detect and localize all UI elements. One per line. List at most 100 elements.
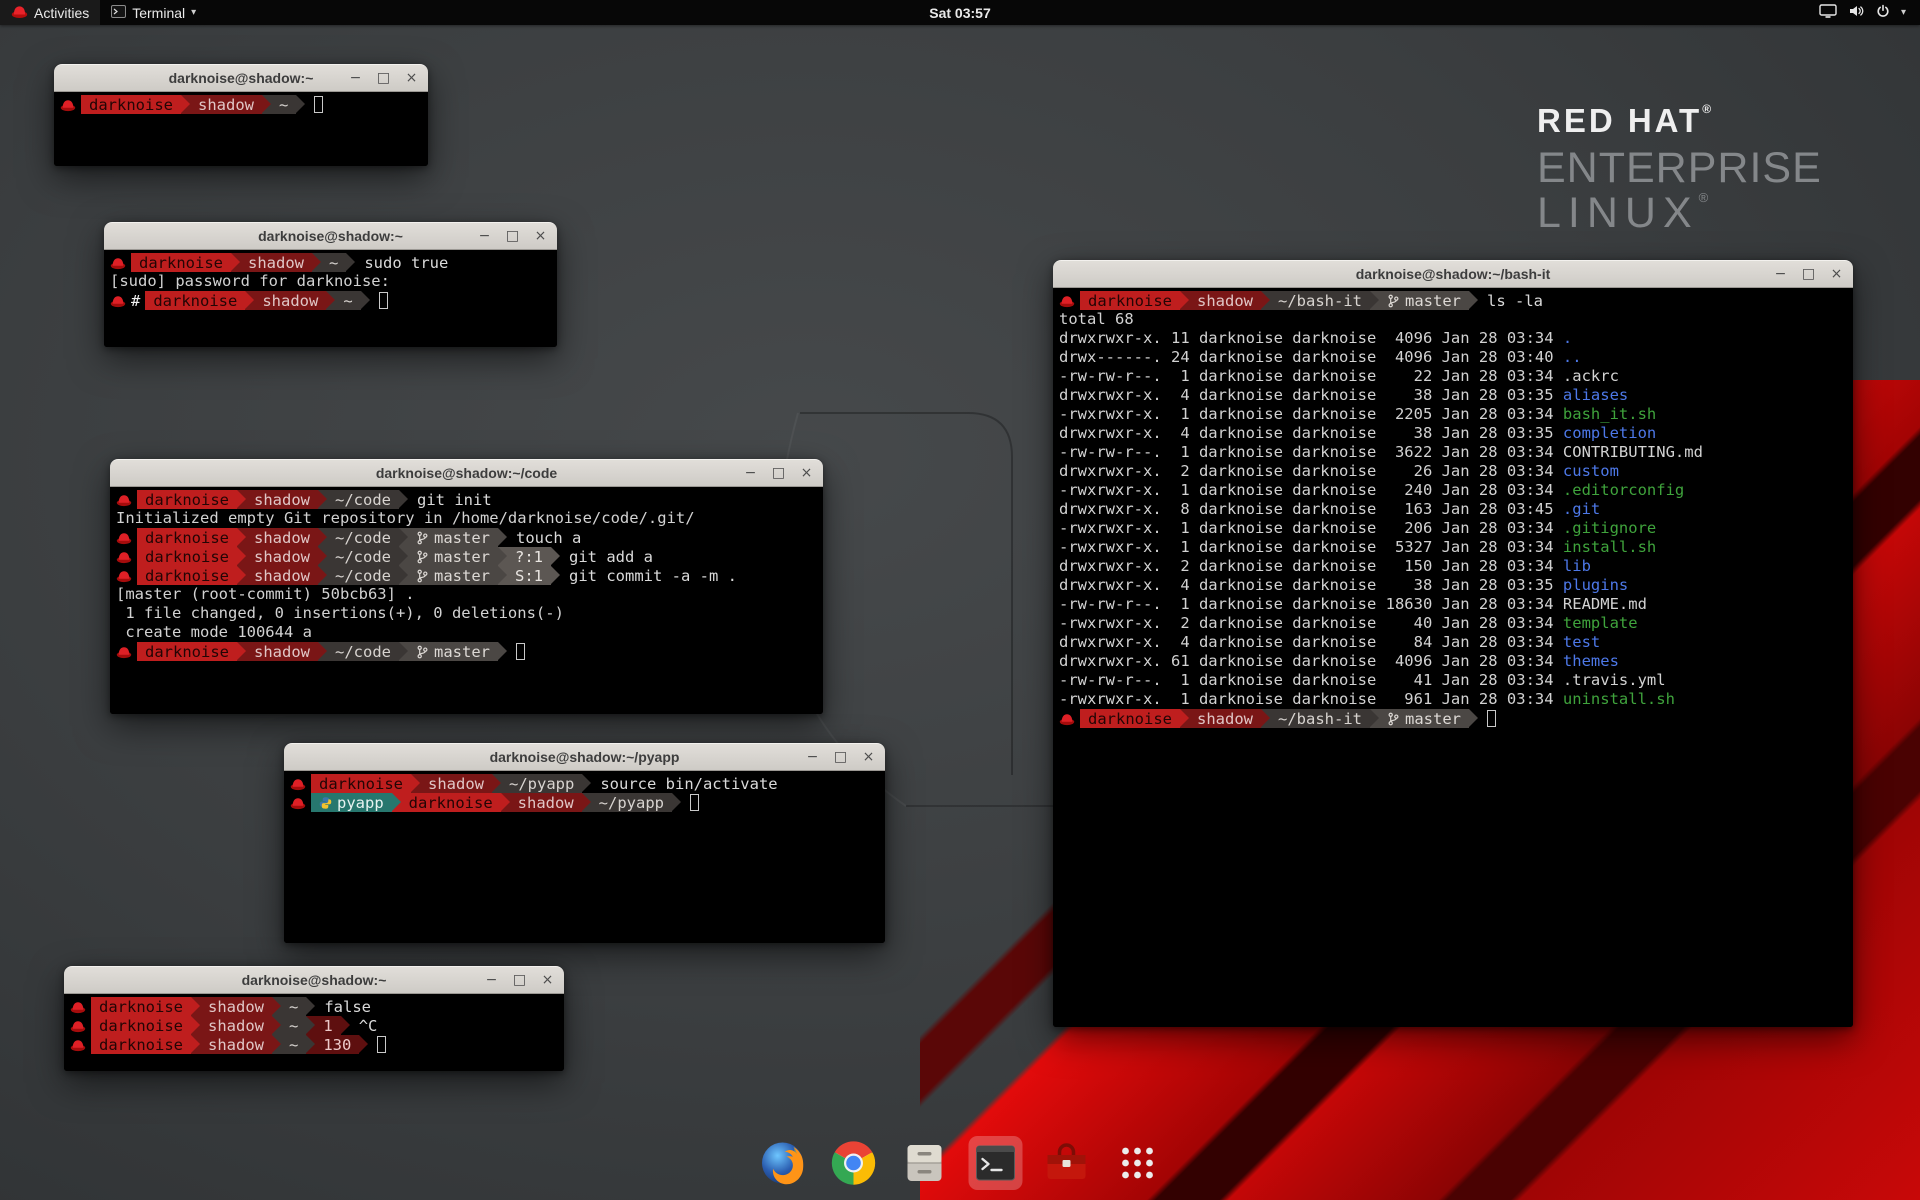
prompt-segment-path: ~ bbox=[335, 291, 360, 310]
window-title: darknoise@shadow:~/pyapp bbox=[490, 749, 680, 765]
dock-item-app-grid[interactable] bbox=[1111, 1136, 1165, 1190]
dock-item-files[interactable] bbox=[898, 1136, 952, 1190]
prompt-segment-path: ~/code bbox=[327, 566, 399, 585]
powerline-separator bbox=[361, 291, 370, 310]
clock[interactable]: Sat 03:57 bbox=[919, 0, 1000, 25]
prompt-segment-git: master bbox=[408, 547, 498, 566]
dock-item-toolbox[interactable] bbox=[1040, 1136, 1094, 1190]
window-titlebar[interactable]: darknoise@shadow:~/bash-it−□× bbox=[1053, 260, 1853, 288]
prompt-line: darknoiseshadow~/bash-itmasterls -la bbox=[1059, 291, 1847, 310]
powerline-separator bbox=[1469, 291, 1478, 310]
powerline-separator bbox=[318, 547, 327, 566]
dock-item-chrome[interactable] bbox=[827, 1136, 881, 1190]
prompt-line: darknoiseshadow~sudo true bbox=[110, 253, 551, 272]
git-branch-icon bbox=[416, 531, 429, 545]
powerline-separator bbox=[191, 997, 200, 1016]
powerline-separator bbox=[1469, 709, 1478, 728]
output-line: drwx------. 24 darknoise darknoise 4096 … bbox=[1059, 348, 1847, 367]
redhat-icon bbox=[1059, 712, 1075, 726]
maximize-button[interactable]: □ bbox=[512, 973, 527, 987]
maximize-button[interactable]: □ bbox=[771, 466, 786, 480]
powerline-separator bbox=[341, 1016, 350, 1035]
prompt-segment-path: ~/bash-it bbox=[1270, 291, 1370, 310]
output-line: -rwxrwxr-x. 1 darknoise darknoise 961 Ja… bbox=[1059, 690, 1847, 709]
window-titlebar[interactable]: darknoise@shadow:~−□× bbox=[64, 966, 564, 994]
terminal-content[interactable]: darknoiseshadow~falsedarknoiseshadow~1^C… bbox=[64, 994, 564, 1071]
prompt-segment-path: ~/pyapp bbox=[591, 793, 672, 812]
prompt-segment-git: master bbox=[408, 642, 498, 661]
minimize-button[interactable]: − bbox=[348, 71, 363, 85]
terminal-content[interactable]: darknoiseshadow~/codegit initInitialized… bbox=[110, 487, 823, 714]
desktop: RED HAT® ENTERPRISE LINUX® darknoise@sha… bbox=[0, 0, 1920, 1200]
close-button[interactable]: × bbox=[799, 466, 814, 480]
minimize-button[interactable]: − bbox=[484, 973, 499, 987]
powerline-separator bbox=[399, 547, 408, 566]
prompt-line: darknoiseshadow~/codemastertouch a bbox=[116, 528, 817, 547]
window-title: darknoise@shadow:~/code bbox=[376, 465, 557, 481]
prompt-line: darknoiseshadow~/codemaster?:1git add a bbox=[116, 547, 817, 566]
redhat-icon bbox=[110, 294, 126, 308]
close-button[interactable]: × bbox=[404, 71, 419, 85]
redhat-icon bbox=[70, 1038, 86, 1052]
files-icon bbox=[901, 1139, 949, 1187]
powerline-separator bbox=[1370, 709, 1379, 728]
close-button[interactable]: × bbox=[861, 750, 876, 764]
powerline-separator bbox=[272, 1035, 281, 1054]
output-line: -rwxrwxr-x. 2 darknoise darknoise 40 Jan… bbox=[1059, 614, 1847, 633]
close-button[interactable]: × bbox=[540, 973, 555, 987]
maximize-button[interactable]: □ bbox=[505, 229, 520, 243]
minimize-button[interactable]: − bbox=[477, 229, 492, 243]
prompt-segment-host: shadow bbox=[1189, 709, 1261, 728]
command-text: touch a bbox=[516, 529, 581, 547]
powerline-separator bbox=[1180, 709, 1189, 728]
redhat-icon bbox=[1059, 294, 1075, 308]
redhat-icon bbox=[110, 294, 126, 308]
prompt-line: darknoiseshadow~1^C bbox=[70, 1016, 558, 1035]
maximize-button[interactable]: □ bbox=[833, 750, 848, 764]
prompt-segment-user: darknoise bbox=[311, 774, 411, 793]
output-line: 1 file changed, 0 insertions(+), 0 delet… bbox=[116, 604, 817, 623]
powerline-separator bbox=[492, 774, 501, 793]
activities-button[interactable]: Activities bbox=[0, 0, 100, 25]
close-button[interactable]: × bbox=[1829, 267, 1844, 281]
powerline-separator bbox=[411, 774, 420, 793]
prompt-segment-path: ~ bbox=[281, 1035, 306, 1054]
minimize-button[interactable]: − bbox=[805, 750, 820, 764]
minimize-button[interactable]: − bbox=[1773, 267, 1788, 281]
git-branch-icon bbox=[1387, 712, 1400, 726]
powerline-separator bbox=[181, 95, 190, 114]
redhat-icon bbox=[70, 1019, 86, 1033]
redhat-icon bbox=[70, 1038, 86, 1052]
maximize-button[interactable]: □ bbox=[376, 71, 391, 85]
maximize-button[interactable]: □ bbox=[1801, 267, 1816, 281]
output-line: total 68 bbox=[1059, 310, 1847, 329]
terminal-content[interactable]: darknoiseshadow~/pyappsource bin/activat… bbox=[284, 771, 885, 943]
rhel-logo: RED HAT® ENTERPRISE LINUX® bbox=[1537, 102, 1822, 235]
powerline-separator bbox=[237, 566, 246, 585]
prompt-segment-host: shadow bbox=[240, 253, 312, 272]
window-titlebar[interactable]: darknoise@shadow:~−□× bbox=[104, 222, 557, 250]
window-titlebar[interactable]: darknoise@shadow:~/pyapp −□ × bbox=[284, 743, 885, 771]
app-menu[interactable]: Terminal ▾ bbox=[100, 0, 207, 25]
powerline-separator bbox=[231, 253, 240, 272]
powerline-separator bbox=[306, 997, 315, 1016]
terminal-content[interactable]: darknoiseshadow~sudo true[sudo] password… bbox=[104, 250, 557, 347]
terminal-content[interactable]: darknoiseshadow~/bash-itmasterls -latota… bbox=[1053, 288, 1853, 1027]
command-text: git add a bbox=[569, 548, 653, 566]
dock-item-firefox[interactable] bbox=[756, 1136, 810, 1190]
registered-mark: ® bbox=[1699, 190, 1709, 205]
redhat-icon bbox=[290, 777, 306, 791]
window-titlebar[interactable]: darknoise@shadow:~/code −□ × bbox=[110, 459, 823, 487]
close-button[interactable]: × bbox=[533, 229, 548, 243]
minimize-button[interactable]: − bbox=[743, 466, 758, 480]
window-titlebar[interactable]: darknoise@shadow:~−□× bbox=[54, 64, 428, 92]
powerline-separator bbox=[551, 547, 560, 566]
dock-item-terminal[interactable] bbox=[969, 1136, 1023, 1190]
redhat-icon bbox=[290, 777, 306, 791]
terminal-window: darknoise@shadow:~/bash-it−□×darknoisesh… bbox=[1053, 260, 1853, 1027]
system-status-area[interactable]: ▾ bbox=[1805, 0, 1920, 25]
powerline-separator bbox=[272, 1016, 281, 1035]
powerline-separator bbox=[582, 774, 591, 793]
prompt-line: pyappdarknoiseshadow~/pyapp bbox=[290, 793, 879, 812]
terminal-content[interactable]: darknoiseshadow~ bbox=[54, 92, 428, 166]
